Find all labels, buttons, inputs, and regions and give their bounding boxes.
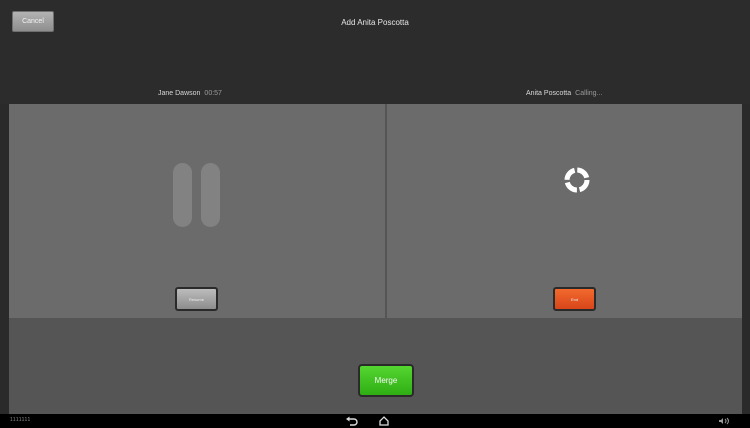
outgoing-call-panel: End xyxy=(387,104,742,318)
back-icon[interactable] xyxy=(345,415,359,427)
header: Cancel Add Anita Poscotta Jane Dawson 00:… xyxy=(0,0,750,104)
resume-button[interactable]: Resume xyxy=(175,287,218,311)
system-status-text: 1111111 xyxy=(10,417,31,423)
held-call-panel: Resume xyxy=(9,104,385,318)
caller-right-name: Anita Poscotta xyxy=(526,90,572,97)
system-navigation-bar: 1111111 xyxy=(0,414,750,428)
caller-right-status: Calling... xyxy=(575,90,603,97)
page-title: Add Anita Poscotta xyxy=(341,18,409,27)
volume-icon[interactable] xyxy=(718,417,732,425)
pause-icon xyxy=(173,163,221,227)
home-icon[interactable] xyxy=(378,415,390,427)
end-call-button[interactable]: End xyxy=(553,287,596,311)
pause-bar-left xyxy=(173,163,192,227)
caller-left-name: Jane Dawson xyxy=(158,90,201,97)
call-screen: Cancel Add Anita Poscotta Jane Dawson 00:… xyxy=(0,0,750,428)
merge-button[interactable]: Merge xyxy=(358,364,414,397)
pause-bar-right xyxy=(201,163,220,227)
loading-spinner-icon xyxy=(564,167,590,193)
caller-right-info: Anita Poscotta Calling... xyxy=(526,90,602,97)
bottom-bar: Merge xyxy=(9,318,742,414)
caller-left-timer: 00:57 xyxy=(204,90,222,97)
caller-left-info: Jane Dawson 00:57 xyxy=(158,90,222,97)
